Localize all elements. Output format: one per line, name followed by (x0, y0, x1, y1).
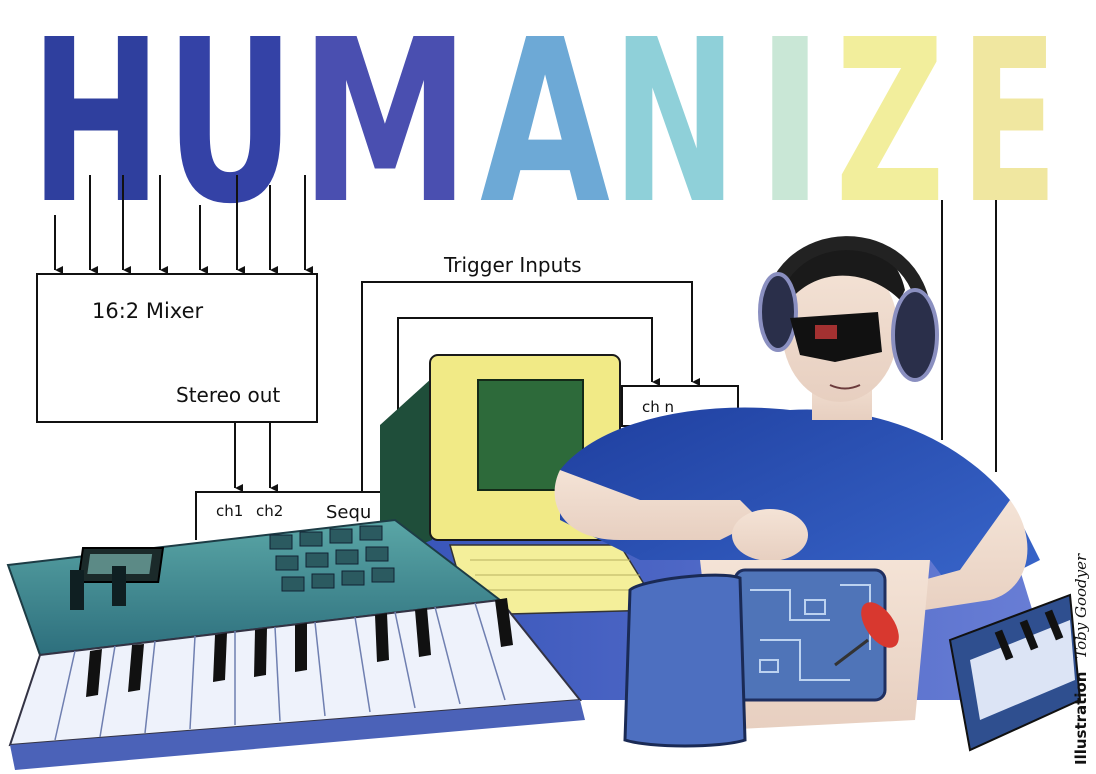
stereo-out-label: Stereo out (176, 383, 280, 407)
sequencer-label: Sequ (326, 502, 371, 523)
title-letter-i: I (755, 0, 825, 254)
svg-text:Illustration Toby Goodyer: Illustration Toby Goodyer (1072, 553, 1090, 765)
humanize-title: H U M A N I Z E (30, 0, 1058, 254)
mixer-label: 16:2 Mixer (92, 299, 203, 323)
ch-n-label: ch n (642, 398, 674, 416)
title-letter-u: U (165, 0, 295, 254)
ch1-label: ch1 (216, 502, 243, 520)
trigger-inputs-label: Trigger Inputs (443, 253, 582, 277)
title-letter-h: H (30, 0, 162, 254)
title-letter-m: M (300, 0, 470, 254)
illustration-canvas: H U M A N I Z E 16:2 Mixer Stereo out ch… (6, 0, 1082, 770)
belly-door (623, 573, 747, 748)
headphone-left (758, 272, 798, 352)
credit-prefix: Illustration (1072, 672, 1090, 765)
stereo-out-arrows (234, 422, 278, 492)
ch2-label: ch2 (256, 502, 283, 520)
sunglasses-reflection (815, 325, 837, 339)
illustration: H U M A N I Z E 16:2 Mixer Stereo out ch… (0, 0, 1096, 774)
title-letter-z: Z (835, 0, 945, 254)
title-letter-a: A (480, 0, 610, 254)
credit-name: Toby Goodyer (1072, 553, 1090, 659)
left-hand (732, 509, 808, 561)
title-letter-e: E (960, 0, 1058, 254)
title-letter-n: N (612, 0, 737, 254)
headphone-right (891, 288, 939, 382)
illustration-credit: Illustration Toby Goodyer (1072, 553, 1090, 765)
